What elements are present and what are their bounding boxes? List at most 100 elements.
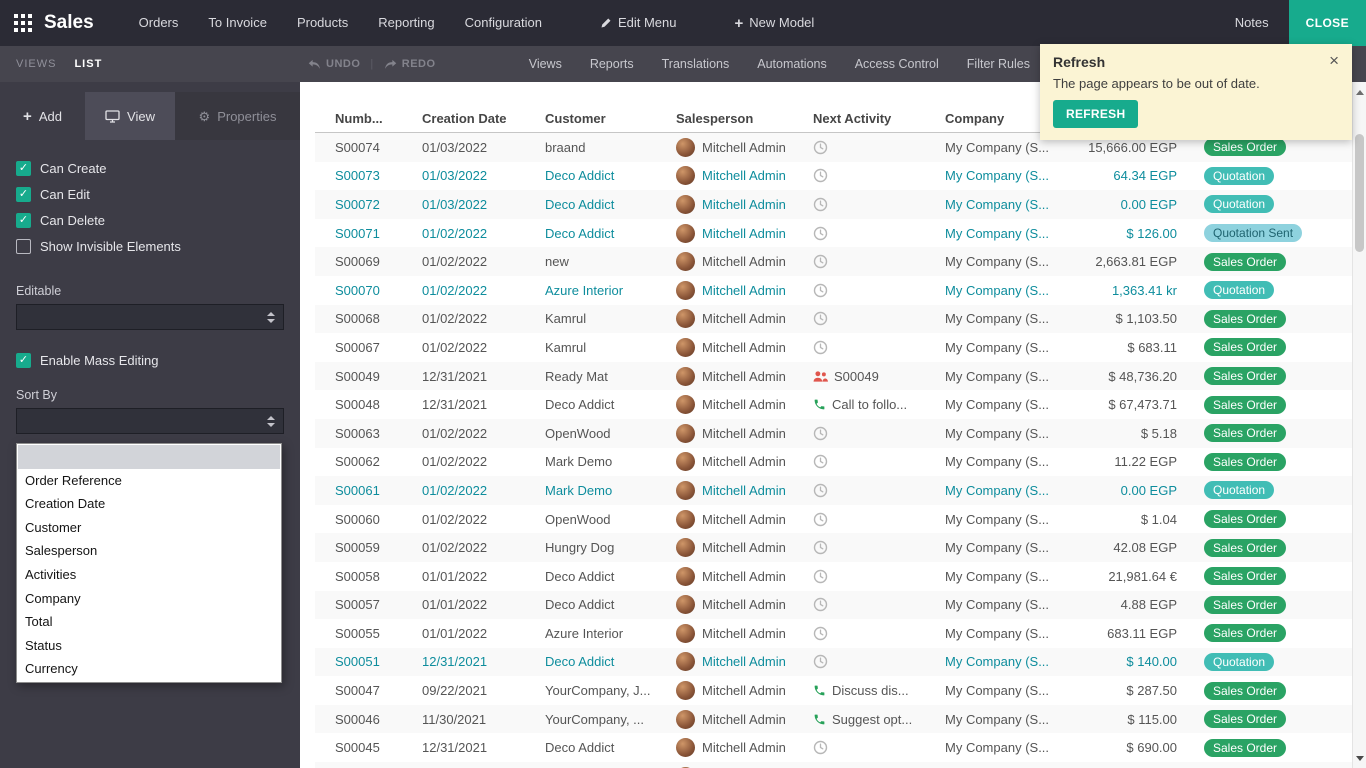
table-row[interactable]: S00057 01/01/2022 Deco Addict Mitchell Admi…: [315, 590, 1352, 620]
clock-icon[interactable]: [813, 426, 828, 441]
next-activity-cell[interactable]: [813, 740, 945, 755]
clock-icon[interactable]: [813, 626, 828, 641]
table-row[interactable]: S00070 01/02/2022 Azure Interior Mitchell A…: [315, 276, 1352, 305]
toast-close-icon[interactable]: ×: [1329, 52, 1339, 69]
studio-menu-views[interactable]: Views: [515, 46, 576, 82]
phone-icon[interactable]: [813, 398, 826, 411]
topbar-menu-orders[interactable]: Orders: [124, 0, 194, 46]
clock-icon[interactable]: [813, 569, 828, 584]
next-activity-cell[interactable]: [813, 226, 945, 241]
checkbox-can-delete[interactable]: ✓ Can Delete: [16, 212, 284, 228]
studio-menu-translations[interactable]: Translations: [648, 46, 744, 82]
table-row[interactable]: S00071 01/02/2022 Deco Addict Mitchell Admi…: [315, 219, 1352, 248]
sort-option-blank[interactable]: [18, 445, 280, 469]
checkbox-box[interactable]: ✓: [16, 186, 31, 202]
clock-icon[interactable]: [813, 311, 828, 326]
table-row[interactable]: S00067 01/02/2022 Kamrul Mitchell Admin My C…: [315, 333, 1352, 362]
views-breadcrumb[interactable]: VIEWS: [16, 58, 56, 70]
table-row[interactable]: S00068 01/02/2022 Kamrul Mitchell Admin My C…: [315, 304, 1352, 334]
table-row[interactable]: S00060 01/02/2022 OpenWood Mitchell Admin My…: [315, 505, 1352, 534]
column-header-next-activity[interactable]: Next Activity: [813, 111, 945, 126]
next-activity-cell[interactable]: [813, 197, 945, 212]
clock-icon[interactable]: [813, 454, 828, 469]
studio-menu-reports[interactable]: Reports: [576, 46, 648, 82]
table-row[interactable]: S00046 11/30/2021 YourCompany, ... Mitchell…: [315, 704, 1352, 734]
next-activity-cell[interactable]: [813, 426, 945, 441]
vertical-scrollbar[interactable]: [1352, 82, 1366, 768]
clock-icon[interactable]: [813, 483, 828, 498]
clock-icon[interactable]: [813, 226, 828, 241]
table-row[interactable]: S00048 12/31/2021 Deco Addict Mitchell Admi…: [315, 390, 1352, 419]
sort-option-creation-date[interactable]: Creation Date: [18, 492, 280, 516]
checkbox-box[interactable]: ✓: [16, 212, 31, 228]
sort-by-select[interactable]: [16, 408, 284, 434]
sort-option-status[interactable]: Status: [18, 634, 280, 658]
next-activity-cell[interactable]: Suggest opt...: [813, 712, 945, 727]
studio-menu-automations[interactable]: Automations: [743, 46, 840, 82]
clock-icon[interactable]: [813, 512, 828, 527]
next-activity-cell[interactable]: [813, 254, 945, 269]
scrollbar-thumb[interactable]: [1355, 134, 1364, 252]
clock-icon[interactable]: [813, 340, 828, 355]
clock-icon[interactable]: [813, 654, 828, 669]
tab-properties[interactable]: ⚙ Properties: [175, 92, 300, 140]
phone-icon[interactable]: [813, 713, 826, 726]
column-header-customer[interactable]: Customer: [545, 111, 676, 126]
next-activity-cell[interactable]: Call to follo...: [813, 397, 945, 412]
next-activity-cell[interactable]: [813, 512, 945, 527]
column-header-salesperson[interactable]: Salesperson: [676, 111, 813, 126]
scroll-down-arrow[interactable]: [1353, 750, 1366, 766]
table-row[interactable]: S00063 01/02/2022 OpenWood Mitchell Admin My…: [315, 418, 1352, 448]
table-row[interactable]: S00061 01/02/2022 Mark Demo Mitchell Admin M…: [315, 476, 1352, 505]
table-row[interactable]: S00069 01/02/2022 new Mitchell Admin My Comp…: [315, 247, 1352, 276]
next-activity-cell[interactable]: [813, 626, 945, 641]
clock-icon[interactable]: [813, 168, 828, 183]
next-activity-cell[interactable]: [813, 569, 945, 584]
next-activity-cell[interactable]: [813, 340, 945, 355]
next-activity-cell[interactable]: [813, 597, 945, 612]
table-row[interactable]: S00051 12/31/2021 Deco Addict Mitchell Admi…: [315, 647, 1352, 677]
next-activity-cell[interactable]: [813, 311, 945, 326]
studio-menu-access-control[interactable]: Access Control: [841, 46, 953, 82]
close-studio-button[interactable]: CLOSE: [1288, 0, 1366, 46]
refresh-button[interactable]: REFRESH: [1053, 100, 1139, 128]
next-activity-cell[interactable]: [813, 168, 945, 183]
table-row[interactable]: S00059 01/02/2022 Hungry Dog Mitchell Admin…: [315, 533, 1352, 562]
clock-icon[interactable]: [813, 740, 828, 755]
table-row[interactable]: S00049 12/31/2021 Ready Mat Mitchell Admin S…: [315, 361, 1352, 391]
table-row[interactable]: S00073 01/03/2022 Deco Addict Mitchell Admi…: [315, 162, 1352, 191]
editable-select[interactable]: [16, 304, 284, 330]
people-icon[interactable]: [813, 370, 828, 383]
clock-icon[interactable]: [813, 540, 828, 555]
clock-icon[interactable]: [813, 140, 828, 155]
table-row[interactable]: S00047 09/22/2021 YourCompany, J... Mitchel…: [315, 676, 1352, 705]
next-activity-cell[interactable]: [813, 483, 945, 498]
apps-grid-icon[interactable]: [14, 14, 32, 32]
table-row[interactable]: [315, 762, 1352, 768]
sort-option-order-reference[interactable]: Order Reference: [18, 469, 280, 493]
sort-option-salesperson[interactable]: Salesperson: [18, 539, 280, 563]
sort-option-total[interactable]: Total: [18, 610, 280, 634]
sort-option-customer[interactable]: Customer: [18, 516, 280, 540]
studio-menu-filter-rules[interactable]: Filter Rules: [953, 46, 1044, 82]
next-activity-cell[interactable]: S00049: [813, 369, 945, 384]
clock-icon[interactable]: [813, 197, 828, 212]
topbar-menu-configuration[interactable]: Configuration: [450, 0, 557, 46]
table-row[interactable]: S00058 01/01/2022 Deco Addict Mitchell Admi…: [315, 562, 1352, 591]
column-header-numb[interactable]: Numb...: [315, 111, 422, 126]
next-activity-cell[interactable]: [813, 454, 945, 469]
new-model-button[interactable]: + New Model: [720, 0, 830, 46]
checkbox-show-invisible-elements[interactable]: Show Invisible Elements: [16, 238, 284, 254]
sort-option-company[interactable]: Company: [18, 587, 280, 611]
sort-option-currency[interactable]: Currency: [18, 657, 280, 681]
clock-icon[interactable]: [813, 254, 828, 269]
topbar-menu-to-invoice[interactable]: To Invoice: [193, 0, 282, 46]
next-activity-cell[interactable]: [813, 654, 945, 669]
edit-menu-button[interactable]: Edit Menu: [585, 0, 692, 46]
next-activity-cell[interactable]: [813, 140, 945, 155]
scroll-up-arrow[interactable]: [1353, 84, 1366, 100]
redo-button[interactable]: REDO: [384, 58, 436, 70]
enable-mass-editing-checkbox[interactable]: ✓ Enable Mass Editing: [16, 352, 284, 368]
topbar-menu-products[interactable]: Products: [282, 0, 363, 46]
table-row[interactable]: S00062 01/02/2022 Mark Demo Mitchell Admin M…: [315, 448, 1352, 477]
